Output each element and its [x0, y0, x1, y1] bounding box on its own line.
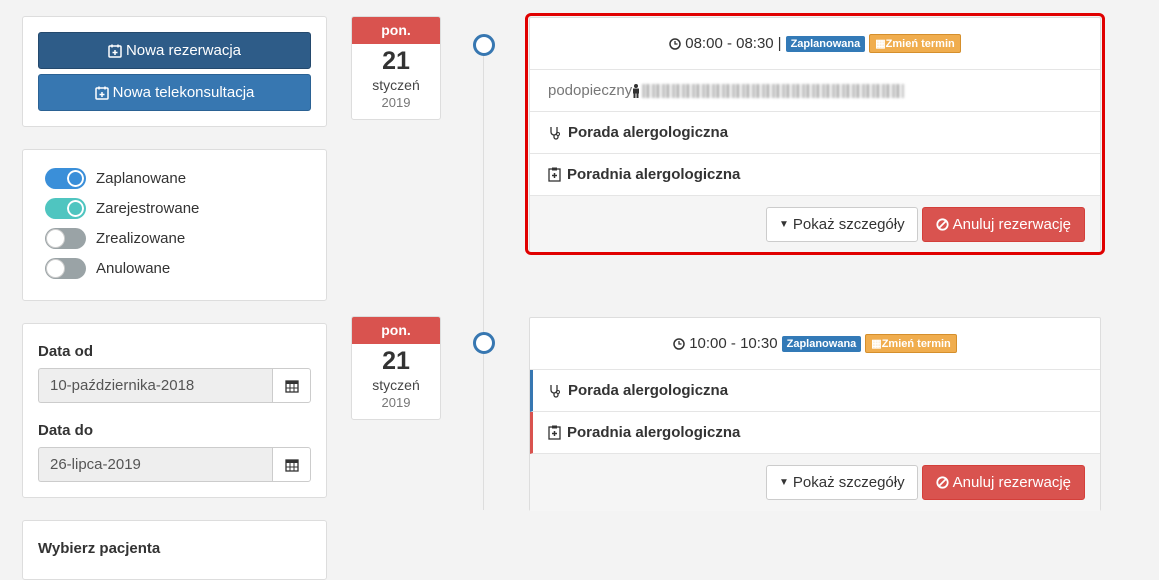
cancel-reservation-label: Anuluj rezerwację: [952, 216, 1071, 233]
timeline-line: [483, 45, 484, 510]
appointment-time: 08:00 - 08:30: [685, 35, 774, 52]
filter-cancelled[interactable]: Anulowane: [45, 258, 170, 279]
date-range-panel: Data od 10-października-2018 Data do 26-…: [22, 323, 327, 498]
caret-down-icon: ▼: [778, 477, 789, 488]
show-details-button[interactable]: ▼ Pokaż szczegóły: [765, 207, 918, 242]
new-reservation-label: Nowa rezerwacja: [125, 42, 242, 59]
clinic-name: Poradnia alergologiczna: [567, 166, 741, 183]
new-teleconsultation-button[interactable]: Nowa telekonsultacja: [38, 74, 311, 111]
person-icon: [633, 83, 640, 98]
change-term-button[interactable]: ▦Zmień termin: [865, 334, 957, 353]
patient-label: Wybierz pacjenta: [38, 540, 161, 557]
dependent-label: podopieczny: [548, 82, 633, 99]
appointment-actions: ▼ Pokaż szczegóły Anuluj rezerwację: [530, 454, 1100, 511]
calendar-icon: [284, 458, 299, 472]
filter-completed[interactable]: Zrealizowane: [45, 228, 185, 249]
actions-panel: Nowa rezerwacja Nowa telekonsultacja: [22, 16, 327, 127]
status-badge: Zaplanowana: [781, 335, 862, 352]
clinic-name: Poradnia alergologiczna: [567, 424, 741, 441]
filter-label: Zrealizowane: [96, 230, 186, 247]
stethoscope-icon: [550, 126, 560, 140]
ban-icon: [936, 476, 949, 489]
clipboard-medical-icon: [548, 167, 561, 182]
cancel-reservation-button[interactable]: Anuluj rezerwację: [921, 465, 1085, 500]
status-badge: Zaplanowana: [785, 35, 866, 52]
filter-planned[interactable]: Zaplanowane: [45, 168, 186, 189]
new-teleconsultation-label: Nowa telekonsultacja: [112, 84, 255, 101]
service-row: Porada alergologiczna: [530, 112, 1100, 154]
timeline-dot: [473, 332, 495, 354]
calendar-icon: [284, 379, 299, 393]
show-details-button[interactable]: ▼ Pokaż szczegóły: [765, 465, 918, 500]
date-weekday: pon.: [352, 317, 440, 344]
filter-registered[interactable]: Zarejestrowane: [45, 198, 199, 219]
cancel-reservation-button[interactable]: Anuluj rezerwację: [921, 207, 1085, 242]
toggle-switch[interactable]: [45, 228, 86, 249]
service-name: Porada alergologiczna: [568, 382, 729, 399]
status-filters-panel: Zaplanowane Zarejestrowane Zrealizowane …: [22, 149, 327, 301]
date-to-calendar-button[interactable]: [272, 447, 311, 482]
date-year: 2019: [381, 395, 411, 410]
calendar-plus-icon: [94, 86, 109, 100]
dependent-row: podopieczny: [530, 70, 1100, 112]
toggle-switch[interactable]: [45, 198, 86, 219]
show-details-label: Pokaż szczegóły: [792, 216, 905, 233]
change-term-button[interactable]: ▦Zmień termin: [869, 34, 961, 53]
filter-label: Anulowane: [96, 260, 171, 277]
calendar-plus-icon: [108, 44, 122, 58]
calendar-icon: ▦: [875, 38, 886, 50]
date-to-input[interactable]: 26-lipca-2019: [38, 447, 272, 482]
clock-icon: [669, 37, 681, 50]
clinic-row: Poradnia alergologiczna: [530, 412, 1100, 454]
date-from-field[interactable]: 10-października-2018: [38, 368, 311, 403]
ban-icon: [936, 218, 949, 231]
cancel-reservation-label: Anuluj rezerwację: [952, 474, 1071, 491]
date-weekday: pon.: [352, 17, 440, 44]
date-from-label: Data od: [38, 343, 94, 360]
date-day: 21: [382, 347, 410, 375]
service-name: Porada alergologiczna: [568, 124, 729, 141]
time-separator: |: [777, 35, 782, 52]
date-year: 2019: [381, 95, 411, 110]
appointment-header: 10:00 - 10:30 Zaplanowana ▦Zmień termin: [530, 318, 1100, 370]
dependent-name-redacted: [642, 83, 905, 98]
change-term-label: Zmień termin: [881, 338, 951, 350]
calendar-icon: ▦: [871, 338, 882, 350]
show-details-label: Pokaż szczegóły: [792, 474, 905, 491]
stethoscope-icon: [550, 384, 560, 398]
clipboard-medical-icon: [548, 425, 561, 440]
clock-icon: [673, 337, 685, 350]
appointment-card: 10:00 - 10:30 Zaplanowana ▦Zmień termin …: [529, 317, 1101, 511]
filter-label: Zarejestrowane: [96, 200, 200, 217]
toggle-switch[interactable]: [45, 168, 86, 189]
date-to-field[interactable]: 26-lipca-2019: [38, 447, 311, 482]
appointment-actions: ▼ Pokaż szczegóły Anuluj rezerwację: [530, 196, 1100, 253]
filter-label: Zaplanowane: [96, 170, 187, 187]
date-badge: pon. 21 styczeń 2019: [351, 16, 441, 120]
date-month: styczeń: [372, 77, 420, 93]
toggle-switch[interactable]: [45, 258, 86, 279]
date-badge: pon. 21 styczeń 2019: [351, 316, 441, 420]
new-reservation-button[interactable]: Nowa rezerwacja: [38, 32, 311, 69]
date-from-input[interactable]: 10-października-2018: [38, 368, 272, 403]
timeline-dot: [473, 34, 495, 56]
service-row: Porada alergologiczna: [530, 370, 1100, 412]
change-term-label: Zmień termin: [885, 38, 955, 50]
date-from-calendar-button[interactable]: [272, 368, 311, 403]
date-day: 21: [382, 47, 410, 75]
appointment-time: 10:00 - 10:30: [689, 335, 778, 352]
caret-down-icon: ▼: [778, 219, 789, 230]
clinic-row: Poradnia alergologiczna: [530, 154, 1100, 196]
appointment-card: 08:00 - 08:30 | Zaplanowana ▦Zmień termi…: [525, 13, 1105, 255]
appointment-header: 08:00 - 08:30 | Zaplanowana ▦Zmień termi…: [530, 18, 1100, 70]
date-to-label: Data do: [38, 422, 94, 439]
date-month: styczeń: [372, 377, 420, 393]
patient-panel: Wybierz pacjenta: [22, 520, 327, 580]
